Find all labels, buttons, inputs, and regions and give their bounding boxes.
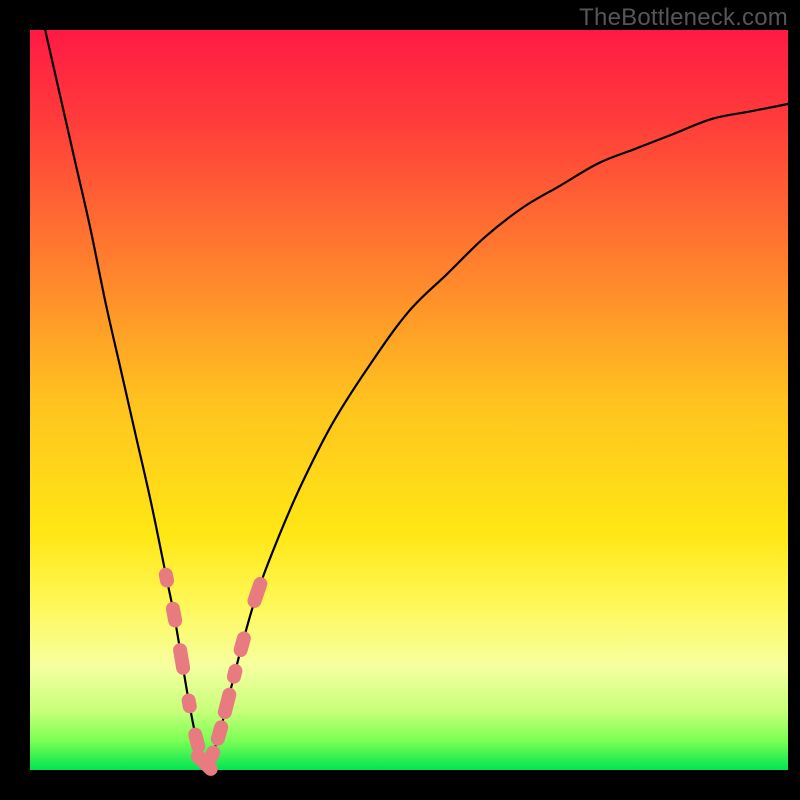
bottleneck-chart: [0, 0, 800, 800]
chart-frame: TheBottleneck.com: [0, 0, 800, 800]
gradient-background: [30, 30, 788, 770]
watermark-text: TheBottleneck.com: [579, 4, 788, 32]
